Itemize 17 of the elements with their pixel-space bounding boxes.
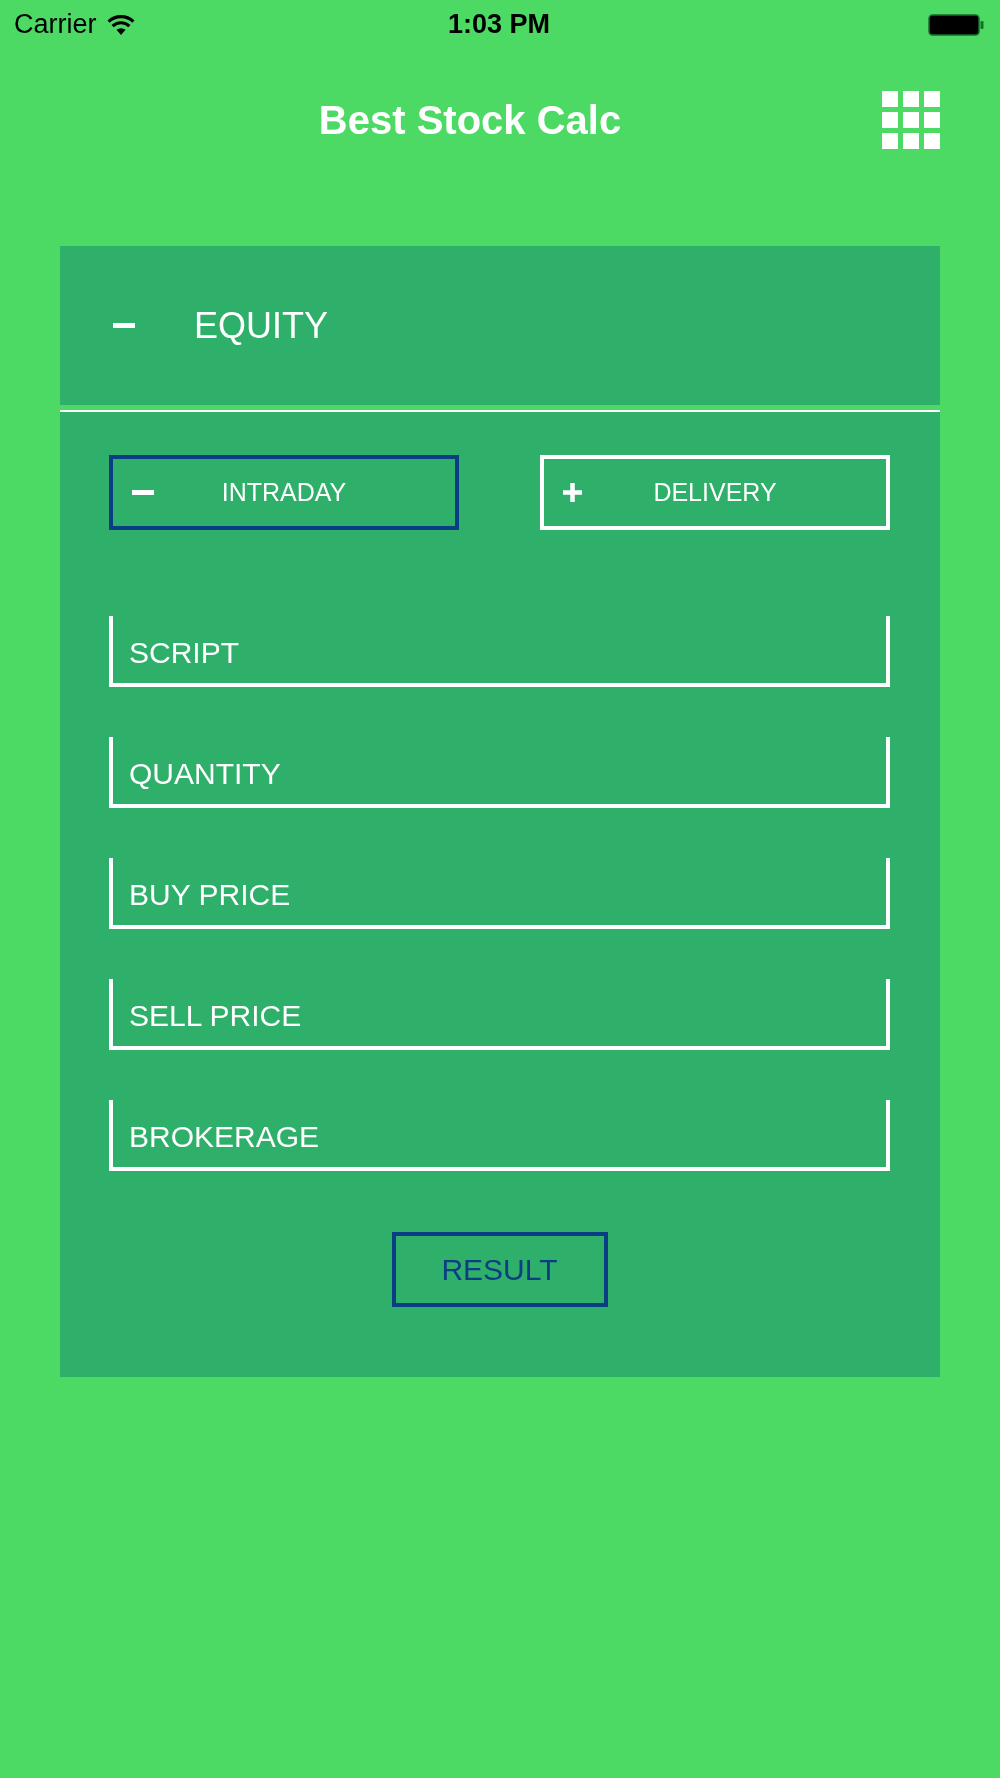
input-field[interactable]: SELL PRICE (109, 979, 890, 1050)
input-field[interactable]: QUANTITY (109, 737, 890, 808)
tab-button[interactable]: INTRADAY (109, 455, 459, 530)
wifi-icon (106, 15, 135, 35)
clock-time: 1:03 PM (447, 10, 550, 40)
section-header[interactable]: EQUITY (60, 246, 940, 405)
input-field[interactable]: SCRIPT (109, 616, 890, 687)
minus-icon (132, 490, 154, 495)
carrier-name: Carrier (14, 10, 97, 40)
result-button[interactable]: RESULT (391, 1232, 608, 1307)
plus-icon (563, 483, 582, 502)
tab-button[interactable]: DELIVERY (540, 455, 890, 530)
battery-icon (928, 14, 984, 36)
grid-menu-icon[interactable] (882, 91, 940, 149)
app-title: Best Stock Calc (318, 97, 622, 144)
input-field[interactable]: BUY PRICE (109, 858, 890, 929)
input-field[interactable]: BROKERAGE (109, 1100, 890, 1171)
